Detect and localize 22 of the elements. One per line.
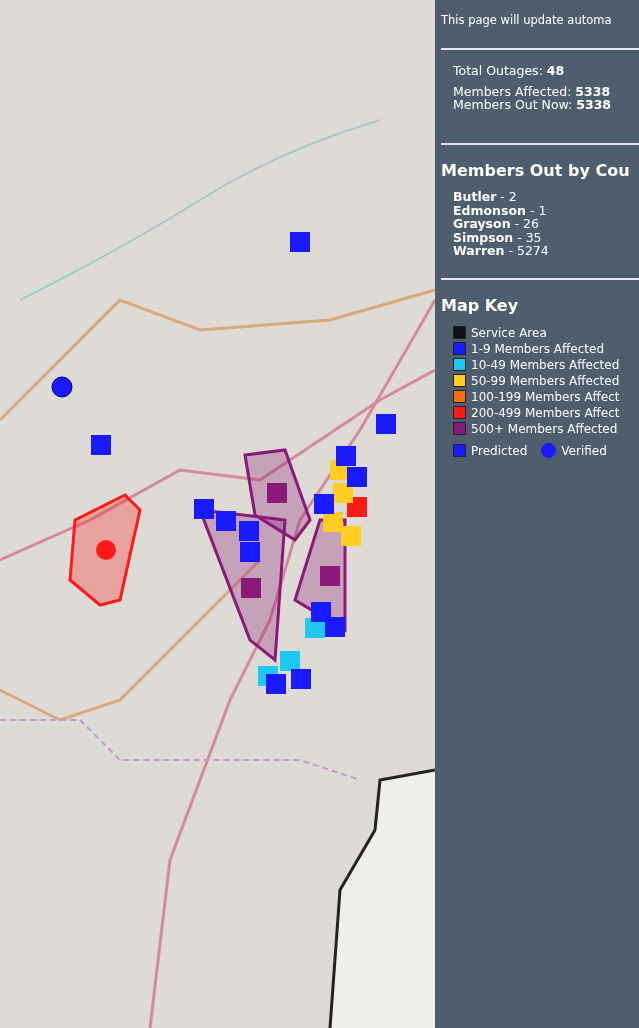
legend-label: 10-49 Members Affected: [471, 357, 620, 372]
legend-label: Predicted: [471, 443, 528, 458]
update-notice: This page will update automa: [441, 13, 612, 27]
legend-label: 50-99 Members Affected: [471, 373, 620, 388]
legend-label: 500+ Members Affected: [471, 421, 618, 436]
county-count: Grayson - 26: [453, 217, 539, 231]
summary-line: Members Out Now: 5338: [453, 98, 612, 111]
legend-label: 100-199 Members Affect: [471, 389, 620, 404]
square-marker-icon: [453, 444, 466, 457]
legend-label: 1-9 Members Affected: [471, 341, 604, 356]
county-count: Warren - 5274: [453, 244, 549, 258]
county-count: Edmonson - 1: [453, 203, 547, 217]
circle-marker-icon: [541, 443, 557, 458]
summary-line: Members Affected: 5338: [453, 85, 611, 98]
legend-label: Service Area: [471, 325, 547, 340]
summary-line: Total Outages: 48: [453, 64, 565, 77]
legend-label: Verified: [561, 443, 607, 458]
county-count: Butler - 2: [453, 190, 517, 204]
section-heading: Map Key: [441, 295, 519, 315]
section-heading: Members Out by Cou: [441, 161, 630, 180]
legend-label: 200-499 Members Affect: [471, 405, 620, 420]
county-count: Simpson - 35: [453, 230, 542, 244]
